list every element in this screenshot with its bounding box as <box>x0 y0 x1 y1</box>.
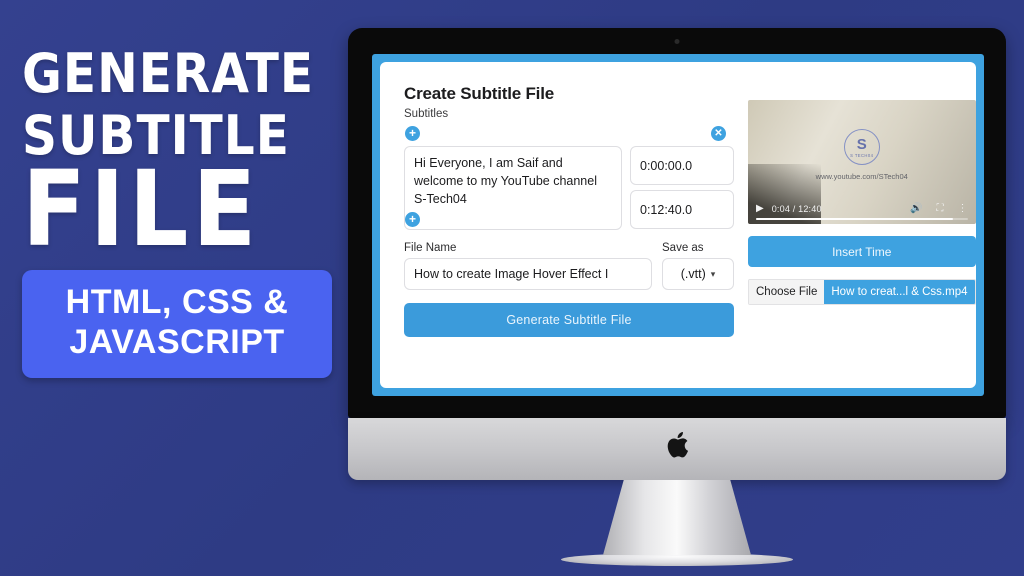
apple-logo-icon <box>664 432 690 467</box>
file-picker[interactable]: Choose File How to creat...l & Css.mp4 <box>748 279 976 305</box>
monitor-screen: Create Subtitle File Subtitles + ✕ + <box>372 54 984 396</box>
file-name-input[interactable] <box>404 258 652 290</box>
volume-icon[interactable]: 🔊 <box>910 203 922 214</box>
badge-line-1: HTML, CSS & <box>65 283 289 322</box>
channel-logo-icon: S S TECH04 <box>843 129 880 166</box>
subtitle-toolbar-row: + ✕ <box>404 126 734 144</box>
start-time-input[interactable] <box>630 146 734 185</box>
add-subtitle-top-icon[interactable]: + <box>405 126 420 141</box>
choose-file-button[interactable]: Choose File <box>749 280 825 304</box>
badge-line-2: JAVASCRIPT <box>69 322 285 361</box>
add-subtitle-bottom-icon[interactable]: + <box>405 212 420 227</box>
save-as-value: (.vtt) <box>680 267 706 281</box>
end-time-input[interactable] <box>630 190 734 229</box>
insert-time-button[interactable]: Insert Time <box>748 236 976 267</box>
video-shadow-overlay <box>748 164 821 224</box>
page-title: Create Subtitle File <box>404 84 554 103</box>
time-inputs-column <box>630 146 734 230</box>
subtitle-text-input[interactable] <box>404 146 622 230</box>
subtitle-entry-row: + <box>404 146 734 230</box>
save-as-select[interactable]: (.vtt) ▾ <box>662 258 734 290</box>
video-progress-fill <box>756 217 953 220</box>
fullscreen-icon[interactable]: ⛶ <box>937 203 944 214</box>
app-right-column: S S TECH04 www.youtube.com/STech04 ▶ 0:0… <box>748 84 976 378</box>
chosen-file-name: How to creat...l & Css.mp4 <box>824 280 975 304</box>
logo-subtext: S TECH04 <box>850 152 874 158</box>
subtitles-section-label: Subtitles <box>404 108 449 120</box>
more-options-icon[interactable]: ⋮ <box>958 203 968 214</box>
video-player[interactable]: S S TECH04 www.youtube.com/STech04 ▶ 0:0… <box>748 100 976 224</box>
video-time-display: 0:04 / 12:40 <box>771 203 822 214</box>
monitor-chin <box>348 418 1006 480</box>
thumbnail-text-panel: GENERATE SUBTITLE FILE HTML, CSS & JAVAS… <box>0 0 352 576</box>
chevron-down-icon: ▾ <box>710 268 716 279</box>
headline-line-1: GENERATE <box>22 42 315 105</box>
save-as-group: Save as (.vtt) ▾ <box>662 242 734 290</box>
headline-line-3: FILE <box>22 147 261 270</box>
channel-watermark: www.youtube.com/STech04 <box>815 171 908 181</box>
save-as-label: Save as <box>662 242 704 254</box>
imac-mockup: Create Subtitle File Subtitles + ✕ + <box>348 28 1006 566</box>
monitor-bezel: Create Subtitle File Subtitles + ✕ + <box>348 28 1006 418</box>
filename-and-format-row: File Name Save as (.vtt) ▾ <box>404 242 734 290</box>
subtitle-app-window: Create Subtitle File Subtitles + ✕ + <box>380 62 976 388</box>
video-controls-bar: ▶ 0:04 / 12:40 🔊 ⛶ ⋮ <box>748 203 976 214</box>
remove-subtitle-icon[interactable]: ✕ <box>711 126 726 141</box>
webcam-icon <box>674 39 680 44</box>
video-progress-bar[interactable] <box>756 217 968 220</box>
generate-subtitle-file-button[interactable]: Generate Subtitle File <box>404 303 734 337</box>
logo-letter: S <box>856 135 867 153</box>
file-name-label: File Name <box>404 242 457 254</box>
app-left-column: Create Subtitle File Subtitles + ✕ + <box>404 84 734 378</box>
monitor-stand <box>603 480 751 555</box>
play-icon[interactable]: ▶ <box>756 203 764 214</box>
tech-stack-badge: HTML, CSS & JAVASCRIPT <box>22 270 332 379</box>
